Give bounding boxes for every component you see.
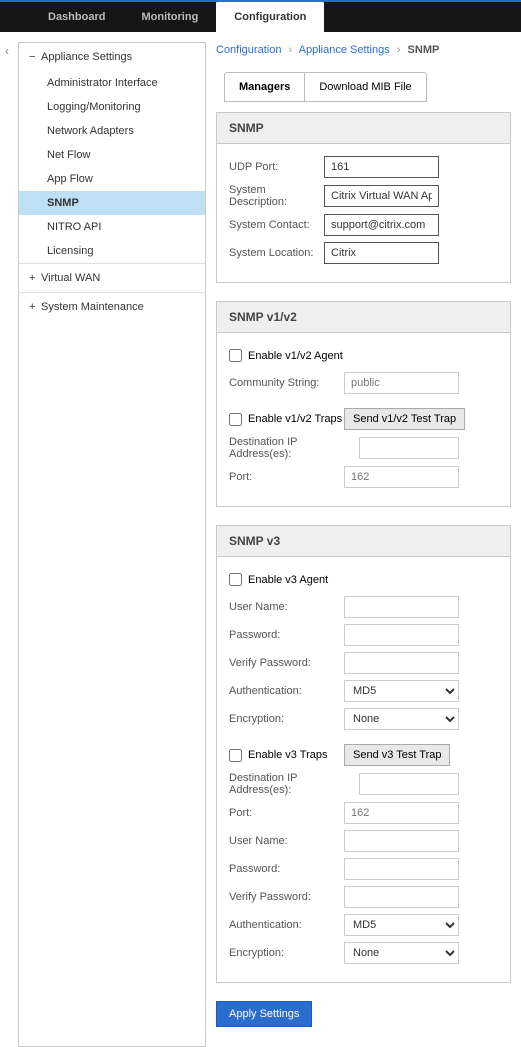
side-item-admin-interface[interactable]: Administrator Interface xyxy=(19,71,205,95)
checkbox-enable-v3-traps[interactable] xyxy=(229,749,242,762)
side-group-appliance-settings[interactable]: −Appliance Settings xyxy=(19,43,205,71)
label-port: Port: xyxy=(229,471,344,483)
content-area: Configuration › Appliance Settings › SNM… xyxy=(206,32,521,1047)
label-enc-v3t: Encryption: xyxy=(229,947,344,959)
select-auth-v3t[interactable]: MD5 xyxy=(344,914,459,936)
label-dest-ip-v3: Destination IP Address(es): xyxy=(229,772,359,796)
sidebar-collapse-icon[interactable]: ‹ xyxy=(0,32,14,1047)
label-user: User Name: xyxy=(229,601,344,613)
chevron-right-icon: › xyxy=(397,44,401,56)
side-item-logging[interactable]: Logging/Monitoring xyxy=(19,95,205,119)
panel-snmp-v3: SNMP v3 Enable v3 Agent User Name: Passw… xyxy=(216,525,511,983)
checkbox-enable-v1v2-traps[interactable] xyxy=(229,413,242,426)
label-enable-v1v2-traps: Enable v1/v2 Traps xyxy=(248,413,342,425)
collapse-icon: − xyxy=(29,51,41,63)
label-sys-contact: System Contact: xyxy=(229,219,324,231)
select-enc[interactable]: None xyxy=(344,708,459,730)
crumb-appliance-settings[interactable]: Appliance Settings xyxy=(299,44,390,56)
crumb-snmp: SNMP xyxy=(408,44,440,56)
subtab-download-mib[interactable]: Download MIB File xyxy=(305,72,426,102)
tab-dashboard[interactable]: Dashboard xyxy=(30,2,123,32)
tab-monitoring[interactable]: Monitoring xyxy=(123,2,216,32)
input-udp-port[interactable] xyxy=(324,156,439,178)
label-sys-desc: System Description: xyxy=(229,184,324,208)
panel-title: SNMP xyxy=(217,113,510,144)
label-dest-ip: Destination IP Address(es): xyxy=(229,436,359,460)
side-group-label: Virtual WAN xyxy=(41,272,100,284)
label-verify: Verify Password: xyxy=(229,657,344,669)
side-item-net-flow[interactable]: Net Flow xyxy=(19,143,205,167)
side-group-virtual-wan[interactable]: +Virtual WAN xyxy=(19,264,205,292)
input-sys-contact[interactable] xyxy=(324,214,439,236)
input-user-v3t[interactable] xyxy=(344,830,459,852)
subtab-managers[interactable]: Managers xyxy=(224,72,305,102)
label-enable-v1v2-agent: Enable v1/v2 Agent xyxy=(248,350,343,362)
panel-snmp-v1v2: SNMP v1/v2 Enable v1/v2 Agent Community … xyxy=(216,301,511,507)
panel-snmp: SNMP UDP Port: System Description: Syste… xyxy=(216,112,511,283)
input-pass-v3t[interactable] xyxy=(344,858,459,880)
input-sys-desc[interactable] xyxy=(324,185,439,207)
tab-configuration[interactable]: Configuration xyxy=(216,0,324,32)
side-group-label: System Maintenance xyxy=(41,301,144,313)
label-auth-v3t: Authentication: xyxy=(229,919,344,931)
input-port[interactable] xyxy=(344,466,459,488)
side-item-network-adapters[interactable]: Network Adapters xyxy=(19,119,205,143)
side-item-licensing[interactable]: Licensing xyxy=(19,239,205,263)
input-verify-v3t[interactable] xyxy=(344,886,459,908)
side-item-nitro-api[interactable]: NITRO API xyxy=(19,215,205,239)
select-enc-v3t[interactable]: None xyxy=(344,942,459,964)
input-pass[interactable] xyxy=(344,624,459,646)
apply-settings-button[interactable]: Apply Settings xyxy=(216,1001,312,1027)
side-group-system-maintenance[interactable]: +System Maintenance xyxy=(19,293,205,321)
sub-tabs: Managers Download MIB File xyxy=(224,72,511,102)
label-port-v3: Port: xyxy=(229,807,344,819)
side-item-snmp[interactable]: SNMP xyxy=(19,191,205,215)
checkbox-enable-v3-agent[interactable] xyxy=(229,573,242,586)
label-enable-v3-traps: Enable v3 Traps xyxy=(248,749,328,761)
input-port-v3[interactable] xyxy=(344,802,459,824)
label-enc: Encryption: xyxy=(229,713,344,725)
panel-title: SNMP v3 xyxy=(217,526,510,557)
label-auth: Authentication: xyxy=(229,685,344,697)
button-send-v3-trap[interactable]: Send v3 Test Trap xyxy=(344,744,450,766)
expand-icon: + xyxy=(29,301,41,313)
input-community[interactable] xyxy=(344,372,459,394)
button-send-v1v2-trap[interactable]: Send v1/v2 Test Trap xyxy=(344,408,465,430)
input-dest-ip-v3[interactable] xyxy=(359,773,459,795)
input-sys-location[interactable] xyxy=(324,242,439,264)
top-nav: Dashboard Monitoring Configuration xyxy=(0,0,521,32)
label-sys-location: System Location: xyxy=(229,247,324,259)
side-group-label: Appliance Settings xyxy=(41,51,132,63)
label-udp-port: UDP Port: xyxy=(229,161,324,173)
sidebar: −Appliance Settings Administrator Interf… xyxy=(18,42,206,1047)
input-dest-ip[interactable] xyxy=(359,437,459,459)
chevron-right-icon: › xyxy=(289,44,293,56)
checkbox-enable-v1v2-agent[interactable] xyxy=(229,349,242,362)
input-verify[interactable] xyxy=(344,652,459,674)
label-user-v3t: User Name: xyxy=(229,835,344,847)
select-auth[interactable]: MD5 xyxy=(344,680,459,702)
label-pass-v3t: Password: xyxy=(229,863,344,875)
label-verify-v3t: Verify Password: xyxy=(229,891,344,903)
side-item-app-flow[interactable]: App Flow xyxy=(19,167,205,191)
input-user[interactable] xyxy=(344,596,459,618)
breadcrumb: Configuration › Appliance Settings › SNM… xyxy=(216,44,511,56)
crumb-configuration[interactable]: Configuration xyxy=(216,44,281,56)
label-pass: Password: xyxy=(229,629,344,641)
label-community: Community String: xyxy=(229,377,344,389)
panel-title: SNMP v1/v2 xyxy=(217,302,510,333)
label-enable-v3-agent: Enable v3 Agent xyxy=(248,574,328,586)
expand-icon: + xyxy=(29,272,41,284)
